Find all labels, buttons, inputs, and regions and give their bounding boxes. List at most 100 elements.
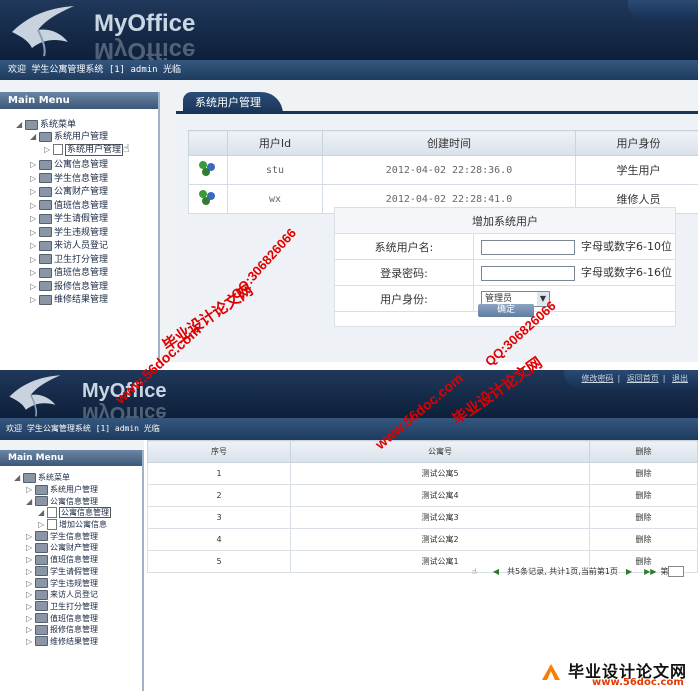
next-page-icon[interactable]: ▶ [626,567,632,576]
tree-item[interactable]: ▷ 学生信息管理 [0,531,142,543]
collapsed-icon[interactable]: ▷ [26,602,35,611]
table-row[interactable]: 2 测试公寓4 删除 [147,484,698,507]
folder-icon [39,213,52,224]
expand-icon[interactable]: ◢ [26,497,35,506]
tree-item-apartment[interactable]: ◢ 公寓信息管理 [0,496,142,508]
logout-link[interactable]: 退出 [672,374,688,383]
tree-item-user[interactable]: ◢ 系统用户管理 [0,129,158,142]
tree-item[interactable]: ▷ 报修信息管理 [0,279,158,293]
collapsed-icon[interactable]: ▷ [26,614,35,623]
delete-link[interactable]: 删除 [589,462,698,485]
top-links: 修改密码 | 返回首页 | 退出 [563,370,698,388]
tree-root[interactable]: ◢ 系统菜单 [0,117,158,130]
last-page-icon[interactable]: ▶▶ [644,567,656,576]
collapsed-icon[interactable]: ▷ [30,174,39,183]
collapsed-icon[interactable]: ▷ [26,625,35,634]
table-row[interactable]: 1 测试公寓5 删除 [147,462,698,485]
tree-item[interactable]: ▷ 公寓财产管理 [0,542,142,554]
collapsed-icon[interactable]: ▷ [26,485,35,494]
tree-item[interactable]: ▷ 值班信息管理 [0,554,142,566]
tree-item[interactable]: ▷ 值班信息管理 [0,198,158,212]
delete-link[interactable]: 删除 [589,506,698,529]
pager: ☝ ◀ 共5条记录, 共计1页,当前第1页 ▶ ▶▶ 第 [472,566,698,580]
tree-root[interactable]: ◢ 系统菜单 [0,472,142,484]
collapsed-icon[interactable]: ▷ [26,637,35,646]
page-input[interactable] [668,566,685,577]
bird-logo-icon [12,6,74,57]
table-row[interactable]: 4 测试公寓2 删除 [147,528,698,551]
expand-icon[interactable]: ◢ [30,132,39,141]
tree-item[interactable]: ▷ 维修结果管理 [0,292,158,306]
collapsed-icon[interactable]: ▷ [30,241,39,250]
tree-leaf-apt-manage[interactable]: ◢ 公寓信息管理 [0,507,142,519]
folder-icon [39,240,52,251]
collapsed-icon[interactable]: ▷ [30,268,39,277]
col-no: 序号 [147,440,291,463]
folder-icon [39,186,52,197]
sidebar: Main Menu ◢ 系统菜单 ◢ 系统用户管理 ▷ 系统用户管理 ☝ ▷ 公寓信息管理… [0,92,160,362]
collapsed-icon[interactable]: ▷ [30,201,39,210]
tree-item[interactable]: ▷ 维修结果管理 [0,636,142,648]
leaf-icon: ▷ [44,145,51,154]
change-password-link[interactable]: 修改密码 [582,374,614,383]
sidebar: Main Menu ◢ 系统菜单 ▷ 系统用户管理 ◢ 公寓信息管理 ◢ 公寓信息管理 … [0,450,144,691]
tree-item[interactable]: ▷ 卫生打分管理 [0,252,158,266]
submit-button[interactable]: 确定 [478,304,534,317]
collapsed-icon[interactable]: ▷ [26,555,35,564]
tree-item[interactable]: ▷ 来访人员登记 [0,589,142,601]
collapsed-icon[interactable]: ▷ [30,282,39,291]
collapsed-icon[interactable]: ▷ [26,590,35,599]
collapsed-icon[interactable]: ▷ [26,579,35,588]
tree-leaf-user-manage[interactable]: ▷ 系统用户管理 ☝ [0,142,158,157]
tree-item[interactable]: ▷ 公寓财产管理 [0,184,158,198]
collapsed-icon[interactable]: ▷ [30,295,39,304]
leaf-icon: ▷ [38,520,45,530]
folder-icon [39,200,52,210]
sidebar-title: Main Menu [0,450,142,466]
tree-item[interactable]: ▷ 学生请假管理 [0,211,158,225]
tree-item[interactable]: ▷ 学生请假管理 [0,566,142,578]
tree-item[interactable]: ▷ 学生违规管理 [0,225,158,239]
form-title: 增加系统用户 [334,207,676,234]
tree-item[interactable]: ▷ 学生违规管理 [0,578,142,590]
table-row[interactable]: stu 2012-04-02 22:28:36.0 学生用户 [188,155,698,185]
collapsed-icon[interactable]: ▷ [26,532,35,541]
col-user-id: 用户Id [227,130,323,156]
collapsed-icon[interactable]: ▷ [30,214,39,223]
divider [0,362,698,370]
folder-icon [35,589,48,600]
collapsed-icon[interactable]: ▷ [30,255,39,264]
folder-icon [39,267,52,278]
collapsed-icon[interactable]: ▷ [30,187,39,196]
expand-icon[interactable]: ◢ [14,473,23,482]
tree-item[interactable]: ▷ 值班信息管理 [0,613,142,625]
tree-item[interactable]: ▷ 卫生打分管理 [0,601,142,613]
collapsed-icon[interactable]: ▷ [26,567,35,576]
username-input[interactable] [481,239,575,255]
expand-icon[interactable]: ◢ [16,120,25,129]
tree-item[interactable]: ▷ 系统用户管理 [0,484,142,496]
tree-item[interactable]: ▷ 报修信息管理 [0,624,142,636]
password-input[interactable] [481,265,575,281]
tree-item[interactable]: ▷ 公寓信息管理 [0,157,158,171]
folder-icon [35,554,48,565]
folder-icon [25,119,38,130]
delete-link[interactable]: 删除 [589,528,698,551]
folder-icon [39,173,52,183]
tree-item[interactable]: ▷ 来访人员登记 [0,238,158,252]
delete-link[interactable]: 删除 [589,484,698,507]
folder-icon [35,542,48,553]
collapsed-icon[interactable]: ▷ [30,160,39,169]
collapsed-icon[interactable]: ▷ [30,228,39,237]
folder-icon [35,636,48,647]
folder-icon [39,281,52,291]
collapsed-icon[interactable]: ▷ [26,543,35,552]
file-icon [47,519,57,531]
table-row[interactable]: 3 测试公寓3 删除 [147,506,698,529]
tree-leaf-apt-add[interactable]: ▷ 增加公寓信息 [0,519,142,531]
home-link[interactable]: 返回首页 [627,374,659,383]
prev-page-icon[interactable]: ◀ [493,567,499,576]
tree-item[interactable]: ▷ 学生信息管理 [0,171,158,185]
tree-item[interactable]: ▷ 值班信息管理 [0,265,158,279]
menu-tree: ◢ 系统菜单 ▷ 系统用户管理 ◢ 公寓信息管理 ◢ 公寓信息管理 ▷ 增加公寓信息 ▷ 学… [0,472,142,648]
